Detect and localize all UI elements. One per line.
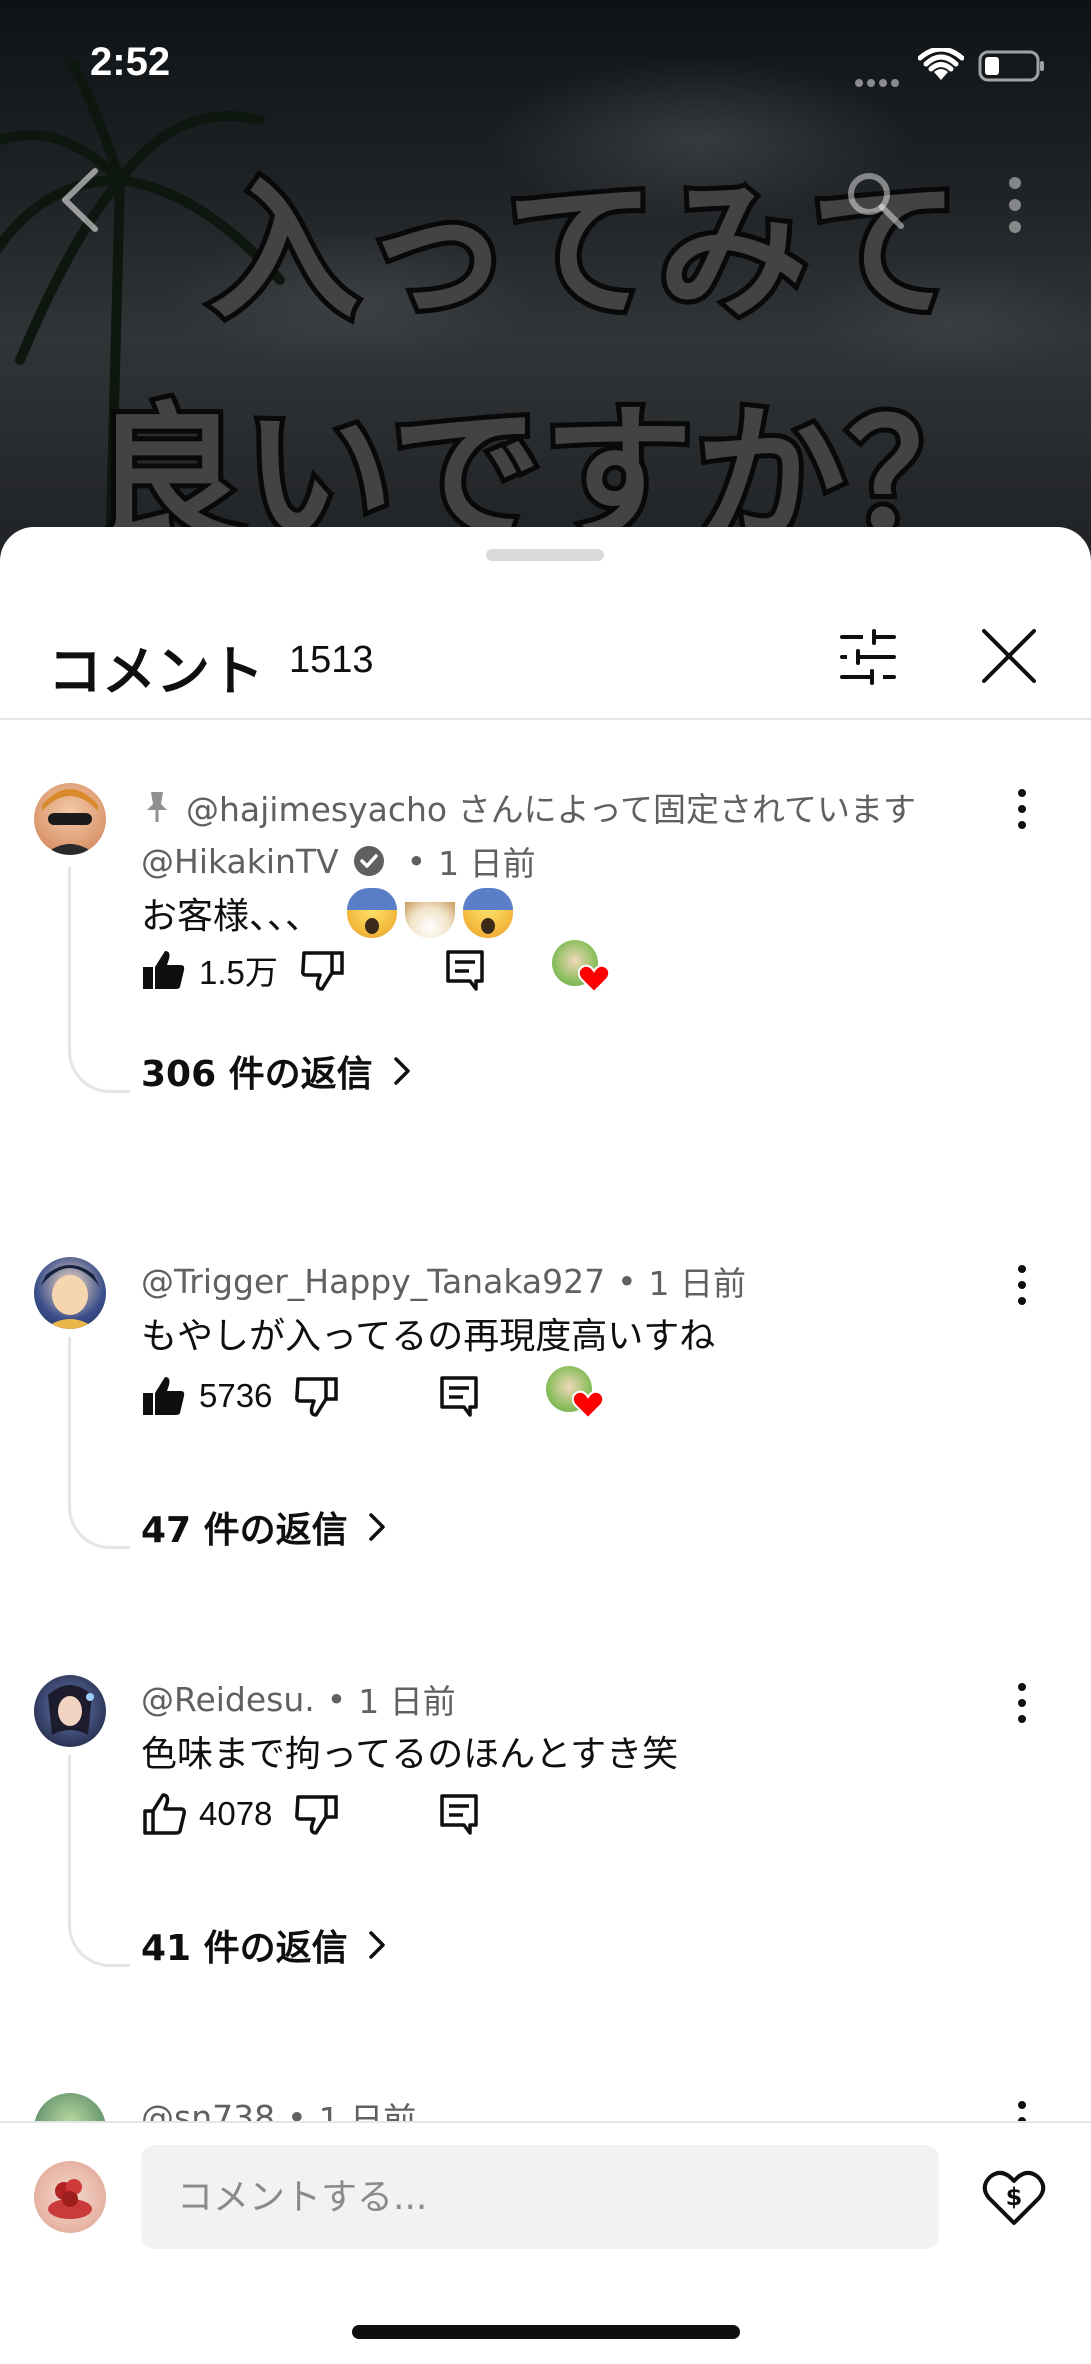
more-vertical-icon[interactable] [1005, 175, 1025, 235]
like-count: 1.5万 [199, 954, 278, 991]
comment-actions: 4078 [141, 1789, 482, 1839]
replies-count: 306 件の返信 [141, 1054, 373, 1095]
avatar[interactable] [34, 1675, 106, 1747]
status-bar: 2:52 [0, 0, 1091, 130]
meta-separator: • [617, 1261, 637, 1301]
drag-handle[interactable] [486, 549, 604, 561]
thread-line [68, 867, 130, 1093]
svg-text:$: $ [1006, 2183, 1023, 2211]
comment-time: 1 日前 [438, 844, 536, 883]
scream-emoji [347, 888, 398, 938]
thumbs-down-icon[interactable] [300, 947, 346, 993]
comment-item: @hajimesyacho さんによって固定されています @HikakinTV … [0, 757, 1091, 1177]
avatar[interactable] [34, 1257, 106, 1329]
heart-icon [577, 964, 610, 994]
comments-count: 1513 [289, 639, 374, 681]
view-replies-button[interactable]: 306 件の返信 [141, 1045, 415, 1097]
comment-meta: @Trigger_Happy_Tanaka927 • 1 日前 [141, 1257, 746, 1305]
comment-text-content: 色味まで拘ってるのほんとすき笑 [141, 1734, 679, 1775]
comment-text-content: お客様、、、 [141, 896, 322, 937]
home-indicator[interactable] [352, 2325, 740, 2339]
comments-sheet: コメント 1513 @hajimesyacho さんによって固定されています @… [0, 527, 1091, 2364]
chevron-right-icon [393, 1057, 410, 1085]
thumbs-down-icon[interactable] [294, 1791, 340, 1837]
chevron-right-icon [368, 1931, 385, 1959]
meta-separator: • [406, 841, 427, 881]
thread-line [68, 1337, 130, 1549]
wifi-icon [918, 48, 964, 80]
close-icon[interactable] [980, 627, 1038, 685]
super-thanks-icon[interactable]: $ [982, 2165, 1046, 2229]
pinned-label: @hajimesyacho さんによって固定されています [142, 783, 916, 831]
avatar-hikakin [42, 789, 98, 855]
reply-icon[interactable] [436, 1373, 482, 1419]
pin-icon [147, 792, 167, 822]
comment-meta: @HikakinTV • 1 日前 [141, 837, 536, 885]
avatar-reidesu [48, 1685, 94, 1735]
comment-item: @Reidesu. • 1 日前 色味まで拘ってるのほんとすき笑 4078 41 [0, 1665, 1091, 2045]
replies-count: 41 件の返信 [141, 1928, 348, 1969]
creator-heart [551, 940, 612, 1000]
comment-author[interactable]: @HikakinTV [141, 842, 339, 881]
avatar[interactable] [34, 783, 106, 855]
filter-icon[interactable] [838, 629, 898, 685]
view-replies-button[interactable]: 47 件の返信 [141, 1501, 390, 1553]
scream-emoji [463, 888, 514, 938]
like-count: 5736 [199, 1377, 273, 1414]
avatar-tanaka [40, 1265, 100, 1329]
thumbs-up-icon[interactable] [141, 1791, 187, 1837]
meta-separator: • [326, 1679, 347, 1719]
comment-author[interactable]: @Trigger_Happy_Tanaka927 [141, 1262, 605, 1301]
comment-text-content: もやしが入ってるの再現度高いすね [141, 1316, 716, 1357]
more-vertical-icon[interactable] [1012, 1263, 1032, 1307]
thumbs-down-icon[interactable] [294, 1373, 340, 1419]
signal-icon [855, 72, 903, 91]
comment-author[interactable]: @Reidesu. [141, 1680, 315, 1719]
like-count: 4078 [199, 1795, 273, 1832]
creator-heart [546, 1366, 606, 1426]
status-time: 2:52 [90, 40, 171, 84]
verified-icon [353, 846, 384, 876]
reply-icon[interactable] [442, 947, 488, 993]
comments-title: コメント [48, 640, 264, 703]
comment-actions: 5736 [141, 1366, 606, 1421]
reply-icon[interactable] [436, 1791, 482, 1837]
more-vertical-icon[interactable] [1012, 1681, 1032, 1725]
comment-time: 1 日前 [358, 1682, 456, 1721]
chevron-right-icon [368, 1513, 385, 1541]
thumbs-up-icon[interactable] [141, 947, 187, 993]
pinned-text: @hajimesyacho さんによって固定されています [186, 790, 916, 829]
replies-count: 47 件の返信 [141, 1510, 348, 1551]
view-replies-button[interactable]: 41 件の返信 [141, 1919, 390, 1971]
heart-icon [572, 1390, 605, 1420]
comment-text: お客様、、、 [141, 887, 514, 939]
comment-item: @Trigger_Happy_Tanaka927 • 1 日前 もやしが入ってる… [0, 1247, 1091, 1627]
avatar-me [48, 2179, 92, 2219]
thread-line [68, 1755, 130, 1967]
comments-header: コメント 1513 [0, 587, 1091, 720]
search-icon[interactable] [845, 170, 905, 230]
comment-text: もやしが入ってるの再現度高いすね [141, 1307, 715, 1359]
comment-input[interactable] [141, 2145, 939, 2249]
chevron-left-icon[interactable] [55, 165, 105, 235]
ramen-emoji [405, 902, 456, 938]
comment-time: 1 日前 [648, 1264, 747, 1303]
my-avatar [34, 2161, 106, 2233]
thumbs-up-icon[interactable] [141, 1373, 187, 1419]
comment-actions: 1.5万 [141, 940, 612, 995]
battery-icon [978, 50, 1044, 82]
comment-meta: @Reidesu. • 1 日前 [141, 1675, 456, 1723]
more-vertical-icon[interactable] [1012, 787, 1032, 831]
comment-text: 色味まで拘ってるのほんとすき笑 [141, 1725, 678, 1777]
